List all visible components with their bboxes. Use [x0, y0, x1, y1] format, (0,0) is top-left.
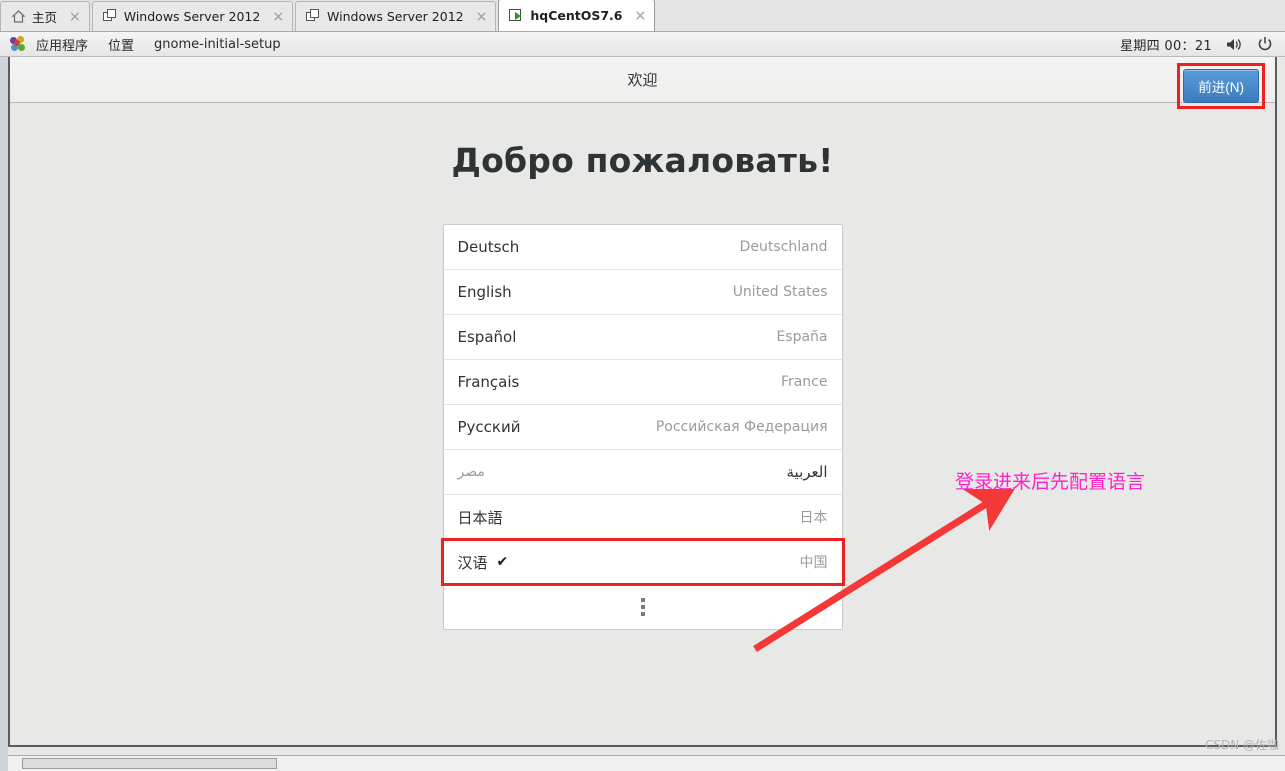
language-country: 中国 [799, 555, 828, 571]
window-titlebar: 欢迎 前进(N) [10, 57, 1275, 109]
window-icon [102, 9, 118, 24]
checkmark-icon: ✔ [496, 554, 509, 570]
list-item[interactable]: Français France [443, 360, 842, 405]
list-item[interactable]: English United States [443, 270, 842, 315]
panel-clock[interactable]: 星期四 00：21 [1120, 35, 1212, 54]
tab-close-icon[interactable]: × [69, 10, 81, 24]
list-item[interactable]: Español España [443, 315, 842, 360]
list-item[interactable]: Русский Российская Федерация [443, 405, 842, 450]
language-country: مصر [457, 464, 485, 480]
tab-close-icon[interactable]: × [476, 10, 488, 24]
vmware-tab-label: 主页 [32, 10, 58, 25]
language-country: Deutschland [739, 239, 828, 255]
language-name: العربية [786, 463, 828, 481]
language-name: Français [457, 373, 520, 391]
language-list: Deutsch Deutschland English United State… [440, 224, 845, 630]
gnome-initial-setup-window: 欢迎 前进(N) Добро пожаловать! Deutsch Deuts… [8, 57, 1277, 747]
tab-close-icon[interactable]: × [635, 9, 647, 23]
page-title: 欢迎 [627, 71, 658, 89]
next-button[interactable]: 前进(N) [1183, 69, 1259, 103]
vmware-tab-hqcentos76[interactable]: hqCentOS7.6 × [498, 0, 656, 31]
menu-applications[interactable]: 应用程序 [26, 35, 98, 54]
list-item[interactable]: 日本語 日本 [443, 495, 842, 540]
volume-icon[interactable] [1226, 37, 1243, 52]
vm-running-icon [509, 8, 524, 23]
language-country: 日本 [799, 510, 828, 526]
vmware-tab-label: hqCentOS7.6 [530, 8, 623, 23]
language-country: United States [732, 284, 828, 300]
gnome-top-panel: 应用程序 位置 gnome-initial-setup 星期四 00：21 [0, 32, 1285, 57]
horizontal-scrollbar-thumb[interactable] [22, 758, 277, 769]
language-country: Российская Федерация [655, 419, 828, 435]
vm-screen: 欢迎 前进(N) Добро пожаловать! Deutsch Deuts… [0, 57, 1285, 771]
language-name: 汉语 ✔ [457, 553, 509, 572]
panel-right-group: 星期四 00：21 [1120, 35, 1285, 54]
power-icon[interactable] [1257, 36, 1273, 52]
welcome-heading: Добро пожаловать! [451, 141, 834, 180]
language-name: Deutsch [457, 238, 520, 256]
list-item[interactable]: العربية مصر [443, 450, 842, 495]
window-icon [306, 9, 321, 24]
annotation-text: 登录进来后先配置语言 [955, 471, 1146, 493]
vmware-tab-strip: 主页 × Windows Server 2012 × Windows Serve… [0, 0, 1285, 32]
language-name: English [457, 283, 512, 301]
vmware-tab-label: Windows Server 2012 [123, 9, 261, 24]
more-vertical-icon [640, 598, 645, 616]
centos-apps-icon [10, 36, 26, 52]
panel-left-group: 应用程序 位置 gnome-initial-setup [0, 35, 291, 54]
vmware-tab-label: Windows Server 2012 [327, 9, 464, 24]
language-name: Русский [457, 418, 521, 436]
vmware-tab-windows-server-2012-1[interactable]: Windows Server 2012 × [91, 1, 294, 31]
home-icon [11, 9, 26, 24]
bottom-scrollbar-strip [8, 755, 1285, 771]
language-name: 日本語 [457, 508, 503, 527]
list-item[interactable]: Deutsch Deutschland [443, 225, 842, 270]
watermark: CSDN @佐咖 [1204, 738, 1279, 752]
show-more-languages-row[interactable] [444, 585, 842, 629]
list-item-selected-chinese[interactable]: 汉语 ✔ 中国 [440, 538, 845, 586]
language-country: España [776, 329, 828, 345]
vmware-tab-windows-server-2012-2[interactable]: Windows Server 2012 × [295, 1, 497, 31]
tab-close-icon[interactable]: × [272, 10, 284, 24]
active-window-title[interactable]: gnome-initial-setup [144, 37, 291, 52]
language-name: Español [457, 328, 517, 346]
language-country: France [780, 374, 828, 390]
vmware-tab-home[interactable]: 主页 × [0, 1, 90, 31]
setup-content: Добро пожаловать! Deutsch Deutschland En… [10, 103, 1275, 745]
menu-places[interactable]: 位置 [98, 35, 144, 54]
